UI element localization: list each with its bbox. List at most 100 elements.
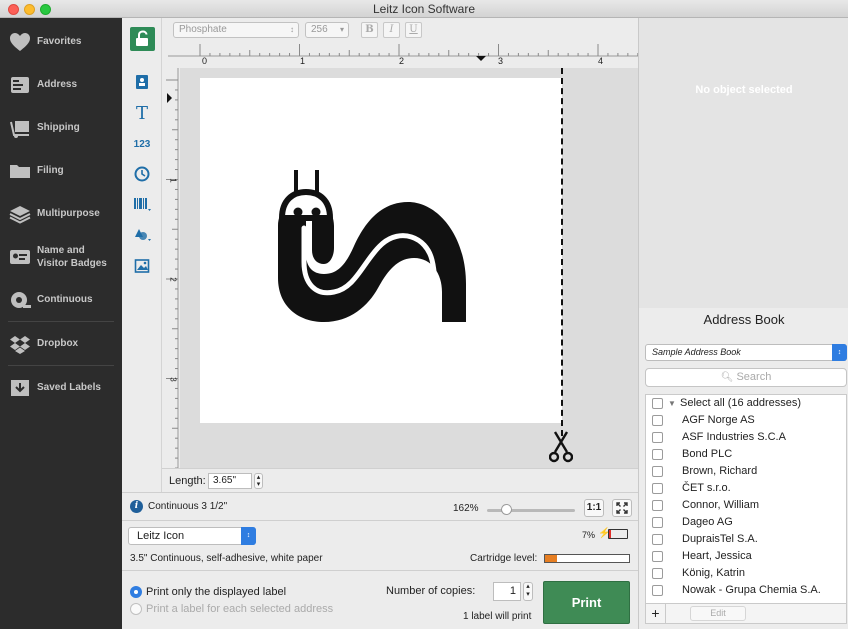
close-window-button[interactable]	[8, 4, 19, 15]
date-tool-button[interactable]	[132, 164, 152, 184]
checkbox[interactable]	[652, 483, 663, 494]
checkbox[interactable]	[652, 585, 663, 596]
font-select[interactable]: Phosphate ↕	[173, 22, 299, 38]
address-name: AGF Norge AS	[682, 414, 755, 426]
list-item[interactable]: Brown, Richard	[646, 463, 846, 480]
checkbox[interactable]	[652, 398, 663, 409]
sidebar-item-filing[interactable]: Filing	[0, 149, 122, 192]
minimize-window-button[interactable]	[24, 4, 35, 15]
printer-select[interactable]: Leitz Icon ↕	[128, 527, 256, 545]
lock-toggle-button[interactable]	[130, 27, 155, 51]
edit-address-button[interactable]: Edit	[690, 606, 746, 621]
ruler-label: 1	[168, 178, 178, 183]
maximize-window-button[interactable]	[40, 4, 51, 15]
clock-icon	[134, 166, 150, 182]
address-card-icon	[136, 75, 148, 89]
shape-tool-button[interactable]	[132, 224, 152, 244]
horizontal-ruler: 0 1 2 3 4	[168, 44, 659, 68]
address-name: DupraisTel S.A.	[682, 533, 758, 545]
checkbox[interactable]	[652, 534, 663, 545]
actual-size-button[interactable]: 1:1	[584, 499, 604, 517]
address-tool-button[interactable]	[132, 72, 152, 92]
sidebar-item-saved-labels[interactable]: Saved Labels	[0, 366, 122, 409]
checkbox[interactable]	[652, 551, 663, 562]
barcode-tool-button[interactable]	[132, 194, 152, 214]
list-item[interactable]: Heart, Jessica	[646, 548, 846, 565]
sidebar-item-continuous[interactable]: Continuous	[0, 278, 122, 321]
fit-to-window-button[interactable]	[612, 499, 632, 517]
updown-arrows-icon: ↕	[290, 25, 294, 34]
worm-logo[interactable]	[200, 78, 562, 423]
list-item[interactable]: AGF Norge AS	[646, 412, 846, 429]
sidebar-item-favorites[interactable]: Favorites	[0, 20, 122, 63]
zoom-value: 162%	[453, 503, 479, 514]
bold-button[interactable]: B	[361, 22, 378, 38]
print-displayed-label: Print only the displayed label	[146, 586, 287, 598]
disclosure-triangle-icon[interactable]: ▼	[668, 395, 676, 412]
length-stepper[interactable]: ▴ ▾	[254, 473, 263, 489]
sidebar-item-badges[interactable]: Name and Visitor Badges	[0, 235, 122, 278]
sidebar-item-dropbox[interactable]: Dropbox	[0, 322, 122, 365]
list-item[interactable]: DupraisTel S.A.	[646, 531, 846, 548]
list-item[interactable]: Nowak - Grupa Chemia S.A.	[646, 582, 846, 599]
checkbox[interactable]	[652, 568, 663, 579]
cut-line[interactable]	[561, 68, 563, 436]
add-address-button[interactable]: +	[646, 604, 666, 624]
list-item[interactable]: Dageo AG	[646, 514, 846, 531]
shapes-icon	[135, 229, 151, 241]
battery-icon	[608, 529, 628, 539]
heart-icon	[10, 32, 30, 51]
address-search-input[interactable]: 🔍︎ Search	[645, 368, 847, 387]
sidebar-item-shipping[interactable]: Shipping	[0, 106, 122, 149]
info-icon[interactable]: i	[130, 500, 143, 513]
checkbox[interactable]	[652, 449, 663, 460]
battery-level: 7%	[582, 530, 596, 540]
zoom-slider-thumb[interactable]	[500, 504, 512, 515]
counter-tool-button[interactable]: 123	[132, 134, 152, 154]
radio-print-each[interactable]	[130, 603, 142, 615]
ruler-label: 2	[168, 277, 178, 282]
sidebar-item-address[interactable]: Address	[0, 63, 122, 106]
ruler-label: 4	[598, 56, 604, 66]
sidebar-item-multipurpose[interactable]: Multipurpose	[0, 192, 122, 235]
radio-print-displayed[interactable]	[130, 586, 142, 598]
address-list[interactable]: ▼ Select all (16 addresses) AGF Norge AS…	[645, 394, 847, 604]
search-icon: 🔍︎	[720, 372, 734, 383]
length-input[interactable]: 3.65"	[208, 473, 252, 489]
label-preview[interactable]	[200, 78, 562, 423]
checkbox[interactable]	[652, 432, 663, 443]
print-button[interactable]: Print	[543, 581, 630, 624]
badge-icon	[10, 249, 30, 264]
italic-button[interactable]: I	[383, 22, 400, 38]
underline-button[interactable]: U	[405, 22, 422, 38]
window-title: Leitz Icon Software	[372, 2, 476, 16]
sidebar-item-label: Name and Visitor Badges	[37, 244, 107, 269]
dropbox-icon	[10, 335, 30, 354]
ruler-marker[interactable]	[476, 56, 486, 61]
image-icon	[134, 259, 150, 273]
image-tool-button[interactable]	[132, 256, 152, 276]
select-all-row[interactable]: ▼ Select all (16 addresses)	[646, 395, 846, 412]
list-item[interactable]: Bond PLC	[646, 446, 846, 463]
text-tool-button[interactable]: T	[132, 103, 152, 124]
zoom-slider[interactable]	[487, 504, 575, 515]
checkbox[interactable]	[652, 415, 663, 426]
list-item[interactable]: Connor, William	[646, 497, 846, 514]
search-placeholder: Search	[736, 371, 772, 383]
roll-icon	[11, 291, 31, 308]
list-item[interactable]: ASF Industries S.C.A	[646, 429, 846, 446]
list-item[interactable]: ČET s.r.o.	[646, 480, 846, 497]
checkbox[interactable]	[652, 466, 663, 477]
printer-select-value: Leitz Icon	[137, 530, 185, 542]
ruler-marker[interactable]	[167, 93, 172, 103]
no-object-text: No object selected	[695, 84, 793, 96]
checkbox[interactable]	[652, 517, 663, 528]
format-toolbar: Phosphate ↕ 256 ▾ B I U	[162, 18, 638, 44]
list-item[interactable]: König, Katrin	[646, 565, 846, 582]
copies-input[interactable]: 1	[493, 582, 521, 601]
copies-stepper[interactable]: ▴ ▾	[523, 582, 533, 601]
address-name: Nowak - Grupa Chemia S.A.	[682, 584, 821, 596]
checkbox[interactable]	[652, 500, 663, 511]
font-size-select[interactable]: 256 ▾	[305, 22, 349, 38]
address-book-select[interactable]: Sample Address Book ↕	[645, 344, 847, 361]
